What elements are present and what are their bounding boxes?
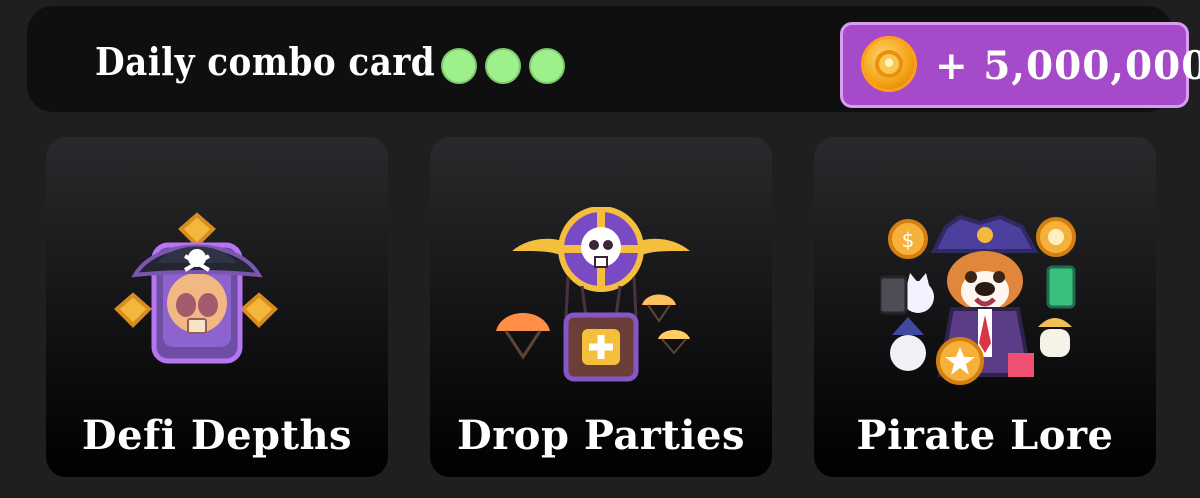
card-defi-depths[interactable]: Defi Depths: [46, 137, 388, 477]
card-label-pirate-lore: Pirate Lore: [856, 412, 1114, 459]
daily-combo-title: Daily combo card: [95, 39, 436, 84]
daily-combo-header: Daily combo card + 5,000,000: [27, 6, 1200, 112]
card-pirate-lore[interactable]: $ Pirate Lore: [814, 137, 1156, 477]
combo-reward-badge[interactable]: + 5,000,000: [840, 22, 1200, 108]
card-label-defi-depths: Defi Depths: [81, 412, 353, 459]
svg-text:$: $: [902, 228, 915, 252]
combo-dot-2: [485, 48, 521, 84]
combo-dot-3: [529, 48, 565, 84]
combo-progress-dots: [441, 48, 565, 84]
pirate-dog-mascot-icon: $: [880, 207, 1090, 387]
combo-reward-amount: + 5,000,000: [935, 43, 1200, 89]
skull-balloon-airdrop-icon: [496, 207, 706, 387]
card-label-drop-parties: Drop Parties: [457, 412, 745, 459]
card-drop-parties[interactable]: Drop Parties: [430, 137, 772, 477]
combo-dot-1: [441, 48, 477, 84]
coin-icon: [861, 36, 917, 92]
pirate-skull-phone-icon: [112, 207, 322, 387]
